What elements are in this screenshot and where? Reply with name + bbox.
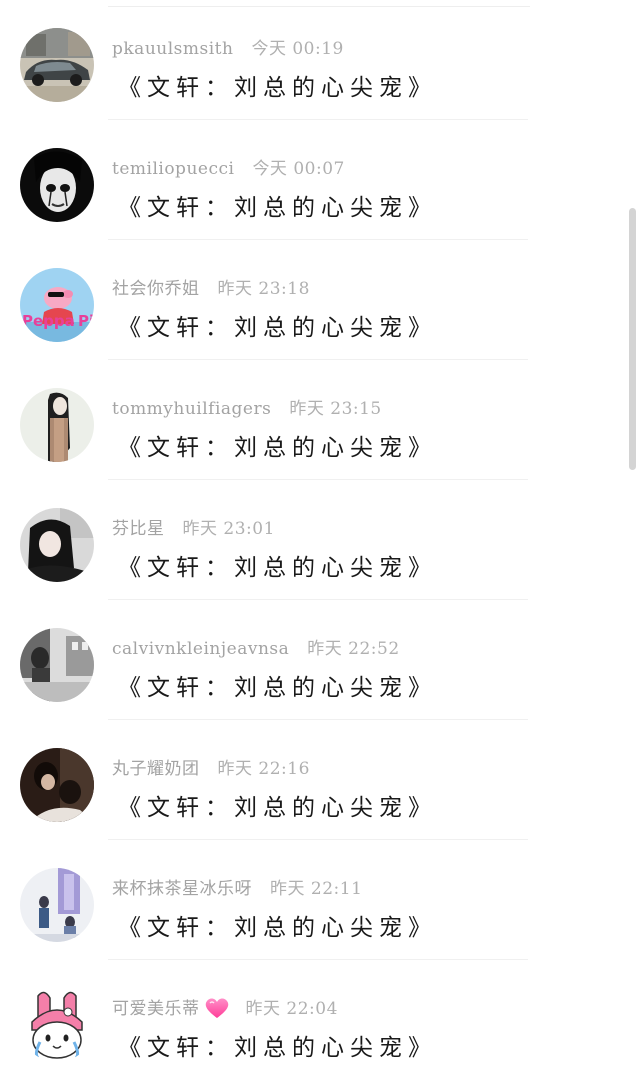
street-photo-avatar[interactable] [20, 628, 94, 702]
timestamp: 昨天 22:52 [307, 639, 400, 659]
comment-text: 《文轩：刘总的心尖宠》 [118, 795, 437, 821]
comment-item[interactable]: 芬比星 昨天 23:01 《文轩：刘总的心尖宠》 [0, 480, 640, 600]
couple-photo-avatar[interactable] [20, 748, 94, 822]
comment-text: 《文轩：刘总的心尖宠》 [118, 555, 437, 581]
timestamp: 昨天 23:15 [289, 399, 382, 419]
username[interactable]: 可爱美乐蒂 [112, 999, 200, 1019]
svg-text:Pi: Pi [78, 312, 94, 330]
comment-item[interactable]: 可爱美乐蒂 昨天 22:04 《文轩：刘总的心尖宠》 [0, 960, 640, 1080]
comment-meta: 丸子耀奶团 昨天 22:16 [112, 754, 310, 780]
peppa-pig-avatar[interactable]: Peppa Pi [20, 268, 94, 342]
pink-heart-icon [204, 996, 230, 1020]
timestamp: 今天 00:07 [252, 159, 345, 179]
comment-item[interactable]: temiliopuecci 今天 00:07 《文轩：刘总的心尖宠》 [0, 120, 640, 240]
car-photo-avatar[interactable] [20, 28, 94, 102]
comment-list: pkauulsmsith 今天 00:19 《文轩：刘总的心尖宠》 temilio… [0, 0, 640, 1084]
comment-item[interactable]: calvivnkleinjeavnsa 昨天 22:52 《文轩：刘总的心尖宠》 [0, 600, 640, 720]
timestamp: 昨天 22:16 [217, 759, 310, 779]
comment-meta: tommyhuilfiagers 昨天 23:15 [112, 394, 382, 420]
comment-meta: temiliopuecci 今天 00:07 [112, 154, 345, 180]
comment-item[interactable]: Peppa Pi 社会你乔姐 昨天 23:18 《文轩：刘总的心尖宠》 [0, 240, 640, 360]
my-melody-avatar[interactable] [20, 988, 94, 1062]
comment-meta: 来杯抹茶星冰乐呀 昨天 22:11 [112, 874, 362, 900]
username[interactable]: 芬比星 [112, 519, 165, 539]
comment-meta: pkauulsmsith 今天 00:19 [112, 34, 344, 60]
timestamp: 昨天 22:11 [270, 879, 363, 899]
username[interactable]: 社会你乔姐 [112, 279, 200, 299]
username[interactable]: tommyhuilfiagers [112, 399, 271, 419]
comment-item[interactable]: 丸子耀奶团 昨天 22:16 《文轩：刘总的心尖宠》 [0, 720, 640, 840]
timestamp: 昨天 23:01 [182, 519, 275, 539]
comment-text: 《文轩：刘总的心尖宠》 [118, 315, 437, 341]
comment-text: 《文轩：刘总的心尖宠》 [118, 435, 437, 461]
comment-text: 《文轩：刘总的心尖宠》 [118, 75, 437, 101]
comment-text: 《文轩：刘总的心尖宠》 [118, 195, 437, 221]
username[interactable]: 丸子耀奶团 [112, 759, 200, 779]
timestamp: 昨天 22:04 [245, 999, 338, 1019]
timestamp: 昨天 23:18 [217, 279, 310, 299]
dark-face-avatar[interactable] [20, 148, 94, 222]
timestamp: 今天 00:19 [251, 39, 344, 59]
woman-portrait-avatar[interactable] [20, 388, 94, 462]
illustration-avatar[interactable] [20, 868, 94, 942]
comment-text: 《文轩：刘总的心尖宠》 [118, 915, 437, 941]
svg-text:Peppa: Peppa [22, 312, 75, 330]
username[interactable]: calvivnkleinjeavnsa [112, 639, 289, 659]
comment-item[interactable]: pkauulsmsith 今天 00:19 《文轩：刘总的心尖宠》 [0, 0, 640, 120]
comment-meta: calvivnkleinjeavnsa 昨天 22:52 [112, 634, 400, 660]
username[interactable]: pkauulsmsith [112, 39, 233, 59]
comment-meta: 芬比星 昨天 23:01 [112, 514, 275, 540]
scrollbar[interactable] [629, 208, 636, 470]
comment-text: 《文轩：刘总的心尖宠》 [118, 675, 437, 701]
girl-photo-avatar[interactable] [20, 508, 94, 582]
comment-meta: 可爱美乐蒂 昨天 22:04 [112, 994, 338, 1020]
username[interactable]: temiliopuecci [112, 159, 234, 179]
username[interactable]: 来杯抹茶星冰乐呀 [112, 879, 252, 899]
comment-item[interactable]: tommyhuilfiagers 昨天 23:15 《文轩：刘总的心尖宠》 [0, 360, 640, 480]
comment-item[interactable]: 来杯抹茶星冰乐呀 昨天 22:11 《文轩：刘总的心尖宠》 [0, 840, 640, 960]
comment-text: 《文轩：刘总的心尖宠》 [118, 1035, 437, 1061]
comment-meta: 社会你乔姐 昨天 23:18 [112, 274, 310, 300]
